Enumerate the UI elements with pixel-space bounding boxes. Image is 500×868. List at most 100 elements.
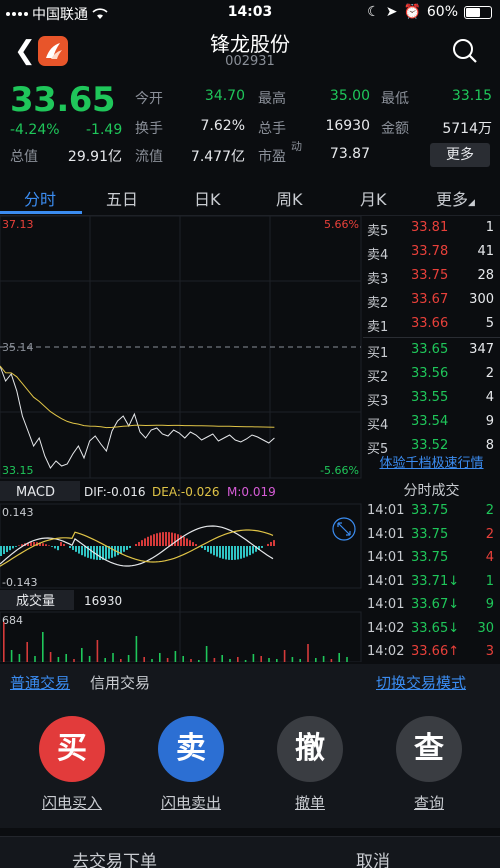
macd-bar — [213, 546, 215, 556]
tab-normal-trade[interactable]: 普通交易 — [10, 672, 70, 693]
volume-bar — [252, 654, 255, 662]
volume-bar — [104, 658, 106, 662]
volume-bar — [307, 644, 309, 662]
volume-bar — [81, 648, 83, 662]
macd-axis-top: 0.143 — [2, 506, 34, 519]
volume-bar — [291, 657, 294, 662]
battery-percent: 60% — [426, 4, 458, 20]
ask-row[interactable]: 卖4 33.78 41 — [363, 240, 500, 264]
macd-bar — [6, 546, 8, 553]
level-label: 卖5 — [367, 224, 389, 239]
macd-bar — [96, 546, 98, 560]
bid-row[interactable]: 买2 33.56 2 — [363, 362, 500, 386]
volume-bar — [73, 659, 75, 662]
high-value: 35.00 — [329, 88, 370, 104]
sell-icon[interactable]: 卖 — [158, 716, 224, 782]
bid-row[interactable]: 买1 33.65 347 — [363, 338, 500, 362]
macd-label[interactable]: MACD — [16, 485, 55, 500]
macd-histogram — [0, 532, 275, 560]
tab-weekly-k[interactable]: 周K — [276, 186, 303, 210]
macd-bar — [126, 546, 128, 550]
query-button[interactable]: 查 查询 — [389, 716, 469, 813]
search-icon[interactable] — [452, 38, 478, 64]
tab-daily-k[interactable]: 日K — [194, 186, 221, 210]
bottom-bar: 去交易下单 取消 — [0, 836, 500, 868]
cancel-order-label[interactable]: 撤单 — [270, 792, 350, 813]
macd-bar — [150, 535, 152, 546]
tab-credit-trade[interactable]: 信用交易 — [90, 672, 150, 693]
switch-trade-mode-link[interactable]: 切换交易模式 — [376, 672, 466, 693]
tab-five-day[interactable]: 五日 — [106, 186, 138, 210]
volume-bar — [151, 659, 153, 662]
flash-buy-button[interactable]: 买 闪电买入 — [32, 716, 112, 813]
intraday-chart[interactable]: 37.13 35.14 33.15 5.66% -5.66% MACD DIF:… — [0, 216, 362, 662]
macd-m: M:0.019 — [227, 485, 276, 499]
flash-sell-button[interactable]: 卖 闪电卖出 — [151, 716, 231, 813]
ask-row[interactable]: 卖3 33.75 28 — [363, 264, 500, 288]
macd-bar — [210, 546, 212, 554]
level-price: 33.52 — [411, 438, 449, 453]
macd-bar — [105, 546, 107, 560]
volume-bar — [96, 640, 99, 662]
ask-row[interactable]: 卖5 33.81 1 — [363, 216, 500, 240]
expand-icon[interactable] — [332, 517, 356, 541]
app-screen: 中国联通 14:03 ☾ ➤ ⏰ 60% ❮ 锋龙股份 002931 33.65… — [0, 0, 500, 868]
macd-bar — [216, 546, 218, 557]
go-trade-order-button[interactable]: 去交易下单 — [72, 847, 157, 868]
tick-price: 33.75 — [411, 503, 449, 518]
macd-bar — [69, 546, 71, 549]
tick-price: 33.66↑ — [411, 644, 460, 659]
tick-row: 14:01 33.71↓ 1 — [363, 571, 500, 595]
macd-bar — [138, 542, 140, 546]
query-label[interactable]: 查询 — [389, 792, 469, 813]
macd-bar — [261, 546, 263, 548]
volume-bar — [112, 653, 114, 662]
flash-sell-label[interactable]: 闪电卖出 — [151, 792, 231, 813]
volume-bar — [299, 659, 301, 662]
level-label: 买1 — [367, 346, 389, 361]
macd-bar — [165, 532, 167, 546]
tab-intraday[interactable]: 分时 — [24, 186, 56, 210]
volume-label: 总手 — [258, 121, 286, 137]
tick-time: 14:01 — [367, 597, 405, 612]
bid-row[interactable]: 买4 33.54 9 — [363, 410, 500, 434]
cancel-order-icon[interactable]: 撤 — [277, 716, 343, 782]
macd-bar — [222, 546, 224, 559]
buy-icon[interactable]: 买 — [39, 716, 105, 782]
volume-bar — [205, 646, 208, 662]
tab-more[interactable]: 更多◢ — [436, 186, 475, 210]
macd-bar — [48, 545, 50, 546]
turnover-label: 换手 — [135, 121, 163, 137]
volume-bar — [221, 655, 223, 662]
ask-row[interactable]: 卖1 33.66 5 — [363, 312, 500, 336]
volume-bar — [26, 642, 28, 662]
market-cap-value: 29.91亿 — [67, 149, 122, 165]
cancel-button[interactable]: 取消 — [356, 847, 390, 868]
float-cap-value: 7.477亿 — [190, 149, 245, 165]
tab-monthly-k[interactable]: 月K — [360, 186, 387, 210]
flash-buy-label[interactable]: 闪电买入 — [32, 792, 112, 813]
macd-bar — [15, 546, 17, 547]
bid-row[interactable]: 买3 33.55 4 — [363, 386, 500, 410]
query-icon[interactable]: 查 — [396, 716, 462, 782]
macd-bar — [99, 546, 101, 560]
macd-bar — [111, 546, 113, 558]
level-quantity: 300 — [469, 292, 494, 307]
tick-row: 14:01 33.67↓ 9 — [363, 594, 500, 618]
volume-pane-label[interactable]: 成交量 — [16, 593, 55, 609]
macd-bar — [192, 542, 194, 546]
pe-dynamic-mark: 动 — [291, 140, 302, 153]
market-cap-label: 总值 — [10, 149, 38, 165]
macd-bar — [72, 546, 74, 550]
ask-row[interactable]: 卖2 33.67 300 — [363, 288, 500, 312]
macd-bar — [57, 546, 59, 551]
dropdown-icon: ◢ — [468, 198, 475, 208]
more-button[interactable]: 更多 — [430, 143, 490, 167]
tick-volume: 4 — [485, 550, 494, 565]
price-line — [0, 365, 275, 469]
macd-dea: DEA:-0.026 — [152, 485, 220, 499]
volume-bar — [338, 653, 340, 662]
experience-depth-link[interactable]: 体验千档极速行情 — [363, 452, 500, 476]
volume-axis-max: 684 — [2, 614, 23, 627]
cancel-order-button[interactable]: 撤 撤单 — [270, 716, 350, 813]
